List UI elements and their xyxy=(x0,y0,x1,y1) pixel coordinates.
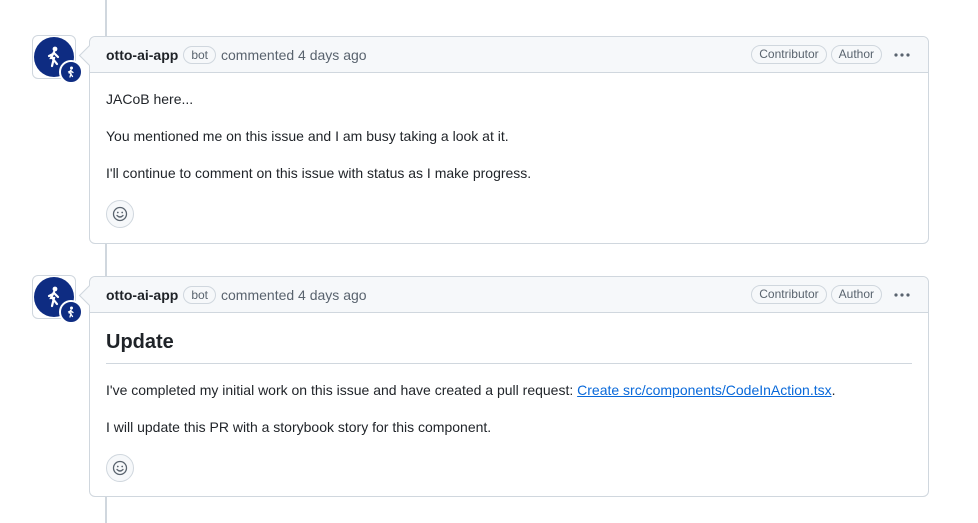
bot-badge: bot xyxy=(183,45,217,64)
timeline-line xyxy=(105,0,107,37)
bot-badge: bot xyxy=(183,285,217,304)
app-badge-icon xyxy=(59,60,83,84)
comment-header: otto-ai-app bot commented 4 days ago Con… xyxy=(90,37,928,73)
avatar[interactable] xyxy=(32,275,83,324)
more-options-icon[interactable] xyxy=(892,52,912,58)
comment-box: otto-ai-app bot commented 4 days ago Con… xyxy=(89,276,929,497)
author-link[interactable]: otto-ai-app xyxy=(106,47,178,63)
contributor-badge: Contributor xyxy=(751,45,827,64)
comment-body: JACoB here... You mentioned me on this i… xyxy=(90,73,928,244)
author-link[interactable]: otto-ai-app xyxy=(106,287,178,303)
comment-paragraph: I've completed my initial work on this i… xyxy=(106,380,912,400)
paragraph-text: . xyxy=(831,382,836,398)
smiley-icon xyxy=(112,206,128,222)
comment-paragraph: I will update this PR with a storybook s… xyxy=(106,419,492,435)
comment-paragraph: JACoB here... xyxy=(106,91,194,107)
more-options-icon[interactable] xyxy=(892,292,912,298)
add-reaction-button[interactable] xyxy=(106,454,134,482)
comment-body: Update I've completed my initial work on… xyxy=(90,313,928,498)
app-badge-icon xyxy=(59,300,83,324)
timeline-line xyxy=(105,243,107,277)
smiley-icon xyxy=(112,460,128,476)
timeline-line xyxy=(105,496,107,523)
update-heading: Update xyxy=(106,329,912,364)
author-badge: Author xyxy=(830,45,882,64)
paragraph-text: I've completed my initial work on this i… xyxy=(106,382,578,398)
comment-box: otto-ai-app bot commented 4 days ago Con… xyxy=(89,36,929,244)
comment-paragraph: I'll continue to comment on this issue w… xyxy=(106,165,532,181)
avatar[interactable] xyxy=(32,35,83,84)
comment-timestamp[interactable]: commented 4 days ago xyxy=(221,287,367,303)
comment-header: otto-ai-app bot commented 4 days ago Con… xyxy=(90,277,928,313)
author-badge: Author xyxy=(830,285,882,304)
pull-request-link[interactable]: Create src/components/CodeInAction.tsx xyxy=(577,382,831,398)
comment-timestamp[interactable]: commented 4 days ago xyxy=(221,47,367,63)
comment-paragraph: You mentioned me on this issue and I am … xyxy=(106,128,509,144)
add-reaction-button[interactable] xyxy=(106,200,134,228)
contributor-badge: Contributor xyxy=(751,285,827,304)
